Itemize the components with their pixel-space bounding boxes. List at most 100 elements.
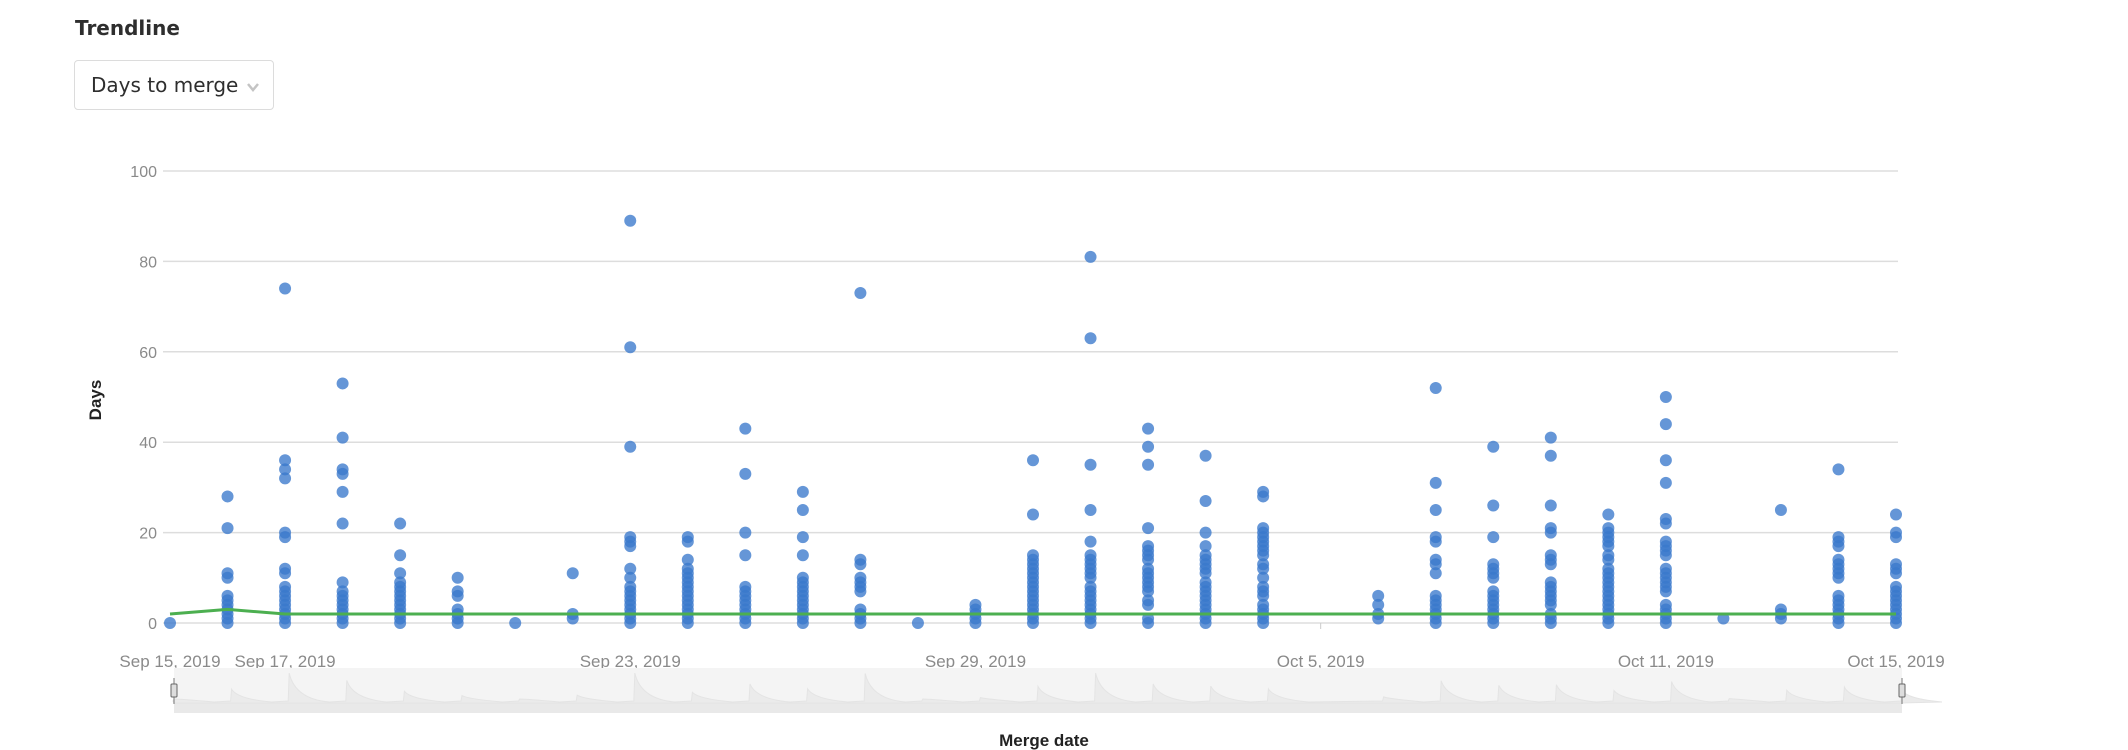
data-point	[1257, 490, 1270, 503]
data-point	[1257, 617, 1270, 629]
data-point	[336, 377, 349, 390]
data-point	[1487, 617, 1500, 629]
data-point	[164, 617, 176, 629]
data-point	[1084, 617, 1097, 629]
data-point	[1544, 558, 1557, 571]
data-point	[1084, 535, 1097, 548]
scatter-chart: 0 20 40 60 80 100 Sep 15, 2019 Sep 17, 2019 Sep…	[86, 164, 1945, 750]
data-point	[1027, 454, 1039, 467]
data-point	[1832, 540, 1845, 553]
y-tick-label: 100	[130, 164, 157, 181]
data-point	[1487, 440, 1500, 453]
data-point	[221, 522, 234, 535]
data-point	[796, 531, 809, 544]
data-point	[1429, 535, 1442, 548]
data-point	[1659, 391, 1672, 403]
data-point	[1487, 499, 1500, 512]
data-point	[566, 567, 579, 580]
data-point	[1027, 508, 1039, 521]
data-point	[1602, 617, 1615, 629]
scatter-points	[164, 214, 1902, 629]
y-tick-label: 20	[139, 526, 157, 543]
data-point	[1429, 567, 1442, 580]
data-point	[1429, 381, 1442, 394]
data-point	[1890, 567, 1902, 580]
range-selector[interactable]	[170, 668, 1943, 713]
data-point	[624, 214, 637, 227]
data-point	[1027, 617, 1039, 629]
data-point	[336, 517, 349, 530]
data-point	[1659, 617, 1672, 629]
y-axis-title: Days	[86, 380, 105, 421]
data-point	[336, 485, 349, 498]
data-point	[739, 467, 752, 480]
x-axis-title: Merge date	[999, 731, 1089, 750]
data-point	[1142, 422, 1155, 435]
y-tick-label: 80	[139, 254, 157, 271]
data-point	[1890, 531, 1902, 544]
data-point	[1199, 526, 1212, 539]
data-point	[221, 617, 234, 629]
data-point	[796, 504, 809, 516]
range-selector-baseline	[174, 703, 1902, 713]
data-point	[1142, 440, 1155, 453]
data-point	[1084, 504, 1097, 516]
data-point	[739, 617, 752, 629]
data-point	[1429, 476, 1442, 489]
data-point	[1084, 458, 1097, 471]
data-point	[681, 617, 694, 629]
data-point	[1890, 617, 1902, 629]
data-point	[1142, 458, 1155, 471]
data-point	[279, 531, 292, 544]
data-point	[1544, 449, 1557, 462]
data-point	[1544, 499, 1557, 512]
data-point	[451, 617, 464, 629]
y-tick-label: 0	[148, 616, 157, 633]
data-point	[509, 617, 522, 629]
data-point	[969, 617, 982, 629]
x-axis-ticks: Sep 15, 2019 Sep 17, 2019 Sep 23, 2019 Sep …	[119, 623, 1945, 671]
data-point	[1602, 508, 1615, 521]
data-point	[221, 571, 234, 584]
data-point	[624, 617, 637, 629]
data-point	[854, 558, 867, 571]
y-tick-label: 60	[139, 345, 157, 362]
data-point	[1142, 617, 1155, 629]
y-axis-ticks: 0 20 40 60 80 100	[130, 164, 157, 633]
data-point	[1142, 598, 1155, 611]
handle-grip-icon	[170, 683, 178, 698]
data-point	[451, 571, 464, 584]
data-point	[336, 431, 349, 444]
data-point	[1659, 549, 1672, 562]
data-point	[336, 617, 349, 629]
data-point	[1832, 617, 1845, 629]
data-point	[739, 549, 752, 562]
data-point	[1429, 504, 1442, 516]
data-point	[1199, 449, 1212, 462]
data-point	[1544, 617, 1557, 629]
data-point	[796, 485, 809, 498]
data-point	[796, 549, 809, 562]
data-point	[279, 617, 292, 629]
data-point	[911, 617, 924, 629]
data-point	[1429, 617, 1442, 629]
handle-grip-icon	[1898, 683, 1906, 698]
data-point	[1544, 526, 1557, 539]
data-point	[279, 567, 292, 580]
data-point	[1544, 431, 1557, 444]
data-point	[1832, 571, 1845, 584]
data-point	[854, 585, 867, 598]
data-point	[1659, 585, 1672, 598]
data-point	[1142, 522, 1155, 535]
data-point	[739, 422, 752, 435]
data-point	[1659, 454, 1672, 467]
data-point	[279, 472, 292, 485]
data-point	[681, 535, 694, 548]
data-point	[1659, 418, 1672, 431]
data-point	[1659, 476, 1672, 489]
data-point	[1487, 571, 1500, 584]
data-point	[394, 617, 407, 629]
data-point	[1832, 463, 1845, 476]
data-point	[796, 617, 809, 629]
data-point	[1890, 508, 1902, 521]
